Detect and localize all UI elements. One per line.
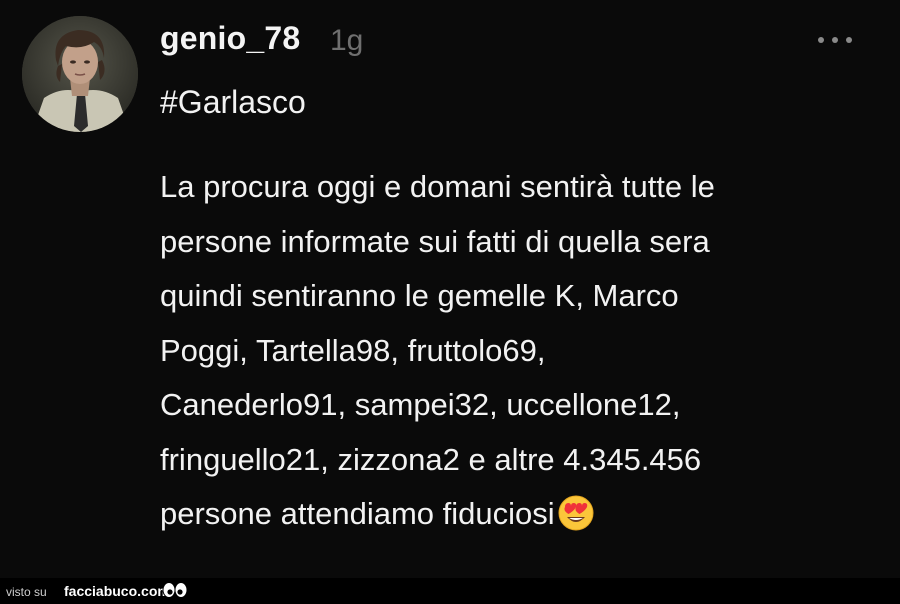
post-body-line: fringuello21, zizzona2 e altre 4.345.456 <box>160 441 702 477</box>
post-body-line: persone informate sui fatti di quella se… <box>160 223 710 259</box>
post-timestamp: 1g <box>330 24 364 57</box>
visto-su-label: visto su <box>6 585 47 599</box>
post-body-last-line: persone attendiamo fiduciosi <box>160 487 860 542</box>
watermark-footer: visto su facciabuco.com <box>0 578 900 604</box>
post-card: genio_78 1g #Garlasco La procura oggi e … <box>0 0 900 578</box>
more-dots-icon[interactable] <box>813 30 857 50</box>
post-body-line: Canederlo91, sampei32, uccellone12, <box>160 387 681 422</box>
username[interactable]: genio_78 <box>160 20 300 57</box>
post-body-line: Poggi, Tartella98, fruttolo69, <box>160 332 546 368</box>
avatar-image <box>22 16 138 132</box>
post-body-line: La procura oggi e domani sentirà tutte l… <box>160 169 715 204</box>
post-body-line: persone attendiamo fiduciosi <box>160 496 555 531</box>
site-name: facciabuco.com <box>64 583 170 599</box>
hashtag-link[interactable]: #Garlasco <box>160 84 306 121</box>
heart-eyes-emoji-icon <box>558 495 594 531</box>
post-body: La procura oggi e domani sentirà tutte l… <box>160 160 860 542</box>
post-body-line: quindi sentiranno le gemelle K, Marco <box>160 278 679 313</box>
user-avatar[interactable] <box>22 16 138 132</box>
eyes-icon <box>162 582 188 598</box>
